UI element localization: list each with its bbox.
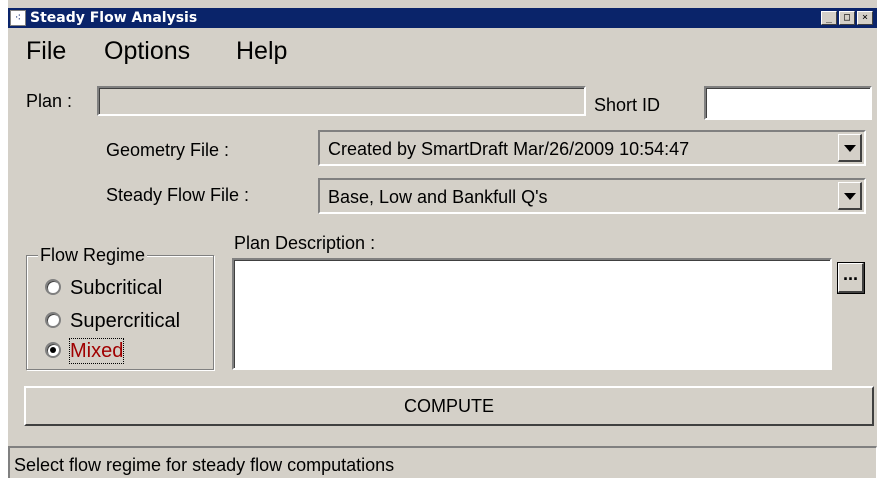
title-bar[interactable]: ⁖ Steady Flow Analysis _ □ × <box>8 8 877 28</box>
steady-flow-file-label: Steady Flow File : <box>106 185 250 205</box>
minimize-button[interactable]: _ <box>821 11 837 25</box>
radio-supercritical[interactable]: Supercritical <box>40 309 230 333</box>
geometry-file-label: Geometry File : <box>106 140 230 160</box>
geometry-file-value: Created by SmartDraft Mar/26/2009 10:54:… <box>328 139 690 159</box>
status-text: Select flow regime for steady flow compu… <box>14 455 395 475</box>
chevron-down-icon <box>844 193 856 200</box>
close-button[interactable]: × <box>857 11 873 25</box>
steady-flow-file-value: Base, Low and Bankfull Q's <box>328 187 548 207</box>
status-bar: Select flow regime for steady flow compu… <box>8 446 877 478</box>
radio-supercritical-label: Supercritical <box>70 310 181 332</box>
steady-flow-file-select[interactable]: Base, Low and Bankfull Q's <box>318 178 866 214</box>
radio-selected-dot <box>50 347 56 353</box>
short-id-label: Short ID <box>594 95 661 115</box>
window-title: Steady Flow Analysis <box>30 10 198 26</box>
steady-flow-dropdown-button[interactable] <box>838 182 862 210</box>
plan-description-label: Plan Description : <box>234 233 376 253</box>
plan-label: Plan : <box>26 91 73 111</box>
geometry-file-select[interactable]: Created by SmartDraft Mar/26/2009 10:54:… <box>318 130 866 166</box>
radio-mixed-label: Mixed <box>68 338 125 364</box>
menu-file[interactable]: File <box>26 36 66 66</box>
short-id-field[interactable] <box>704 86 872 120</box>
menu-bar: File Options Help <box>8 30 877 70</box>
flow-regime-title: Flow Regime <box>38 244 148 266</box>
browse-description-button[interactable]: ... <box>837 262 865 294</box>
chevron-down-icon <box>844 145 856 152</box>
menu-help[interactable]: Help <box>236 36 287 66</box>
radio-subcritical-label: Subcritical <box>70 277 163 299</box>
radio-circle <box>45 342 61 358</box>
plan-description-field[interactable] <box>232 258 832 370</box>
radio-subcritical[interactable]: Subcritical <box>40 276 230 300</box>
compute-button[interactable]: COMPUTE <box>24 386 874 426</box>
radio-circle <box>45 279 61 295</box>
maximize-button[interactable]: □ <box>839 11 855 25</box>
radio-mixed[interactable]: Mixed <box>40 338 230 364</box>
radio-circle <box>45 312 61 328</box>
geometry-dropdown-button[interactable] <box>838 134 862 162</box>
menu-options[interactable]: Options <box>104 36 190 66</box>
plan-field[interactable] <box>97 86 586 116</box>
app-icon[interactable]: ⁖ <box>10 10 26 26</box>
steady-flow-analysis-window: ⁖ Steady Flow Analysis _ □ × File Option… <box>0 0 877 478</box>
